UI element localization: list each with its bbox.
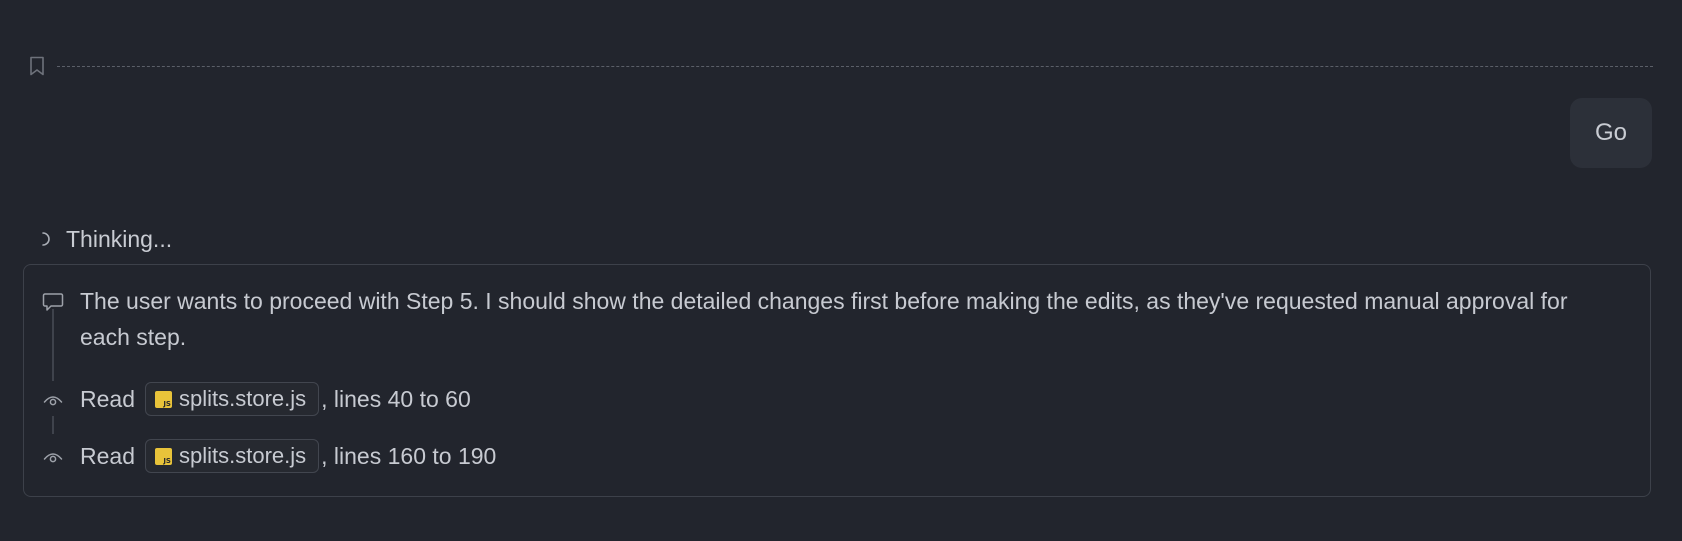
- line-range: , lines 160 to 190: [321, 442, 497, 469]
- user-message-bubble: Go: [1570, 98, 1652, 168]
- timeline-connector: [52, 416, 54, 434]
- file-name: splits.store.js: [178, 443, 307, 468]
- js-file-icon: JS: [154, 390, 172, 408]
- thinking-label: Thinking...: [66, 225, 173, 252]
- speech-bubble-icon: [41, 290, 65, 314]
- user-message-text: Go: [1594, 119, 1627, 146]
- file-name: splits.store.js: [178, 386, 307, 411]
- chat-thread: Go Thinking... The user wants to proceed…: [0, 0, 1682, 541]
- read-verb: Read: [80, 442, 135, 469]
- file-chip[interactable]: JS splits.store.js: [144, 382, 320, 416]
- timeline-connector: [52, 309, 54, 381]
- bookmark-icon[interactable]: [27, 54, 47, 78]
- line-range: , lines 40 to 60: [321, 385, 471, 412]
- read-verb: Read: [80, 385, 135, 412]
- eye-icon: [41, 445, 65, 469]
- spinner-icon: [34, 230, 52, 248]
- eye-icon: [41, 388, 65, 412]
- thinking-status[interactable]: Thinking...: [34, 224, 172, 254]
- thought-panel: The user wants to proceed with Step 5. I…: [23, 264, 1651, 497]
- read-step-row: Read JS splits.store.js , lines 40 to 60: [80, 381, 471, 417]
- js-file-icon: JS: [154, 447, 172, 465]
- checkpoint-separator: [27, 54, 1653, 78]
- separator-line: [57, 65, 1653, 67]
- thought-text: The user wants to proceed with Step 5. I…: [80, 288, 1568, 350]
- read-step-row: Read JS splits.store.js , lines 160 to 1…: [80, 438, 496, 474]
- file-chip[interactable]: JS splits.store.js: [144, 439, 320, 473]
